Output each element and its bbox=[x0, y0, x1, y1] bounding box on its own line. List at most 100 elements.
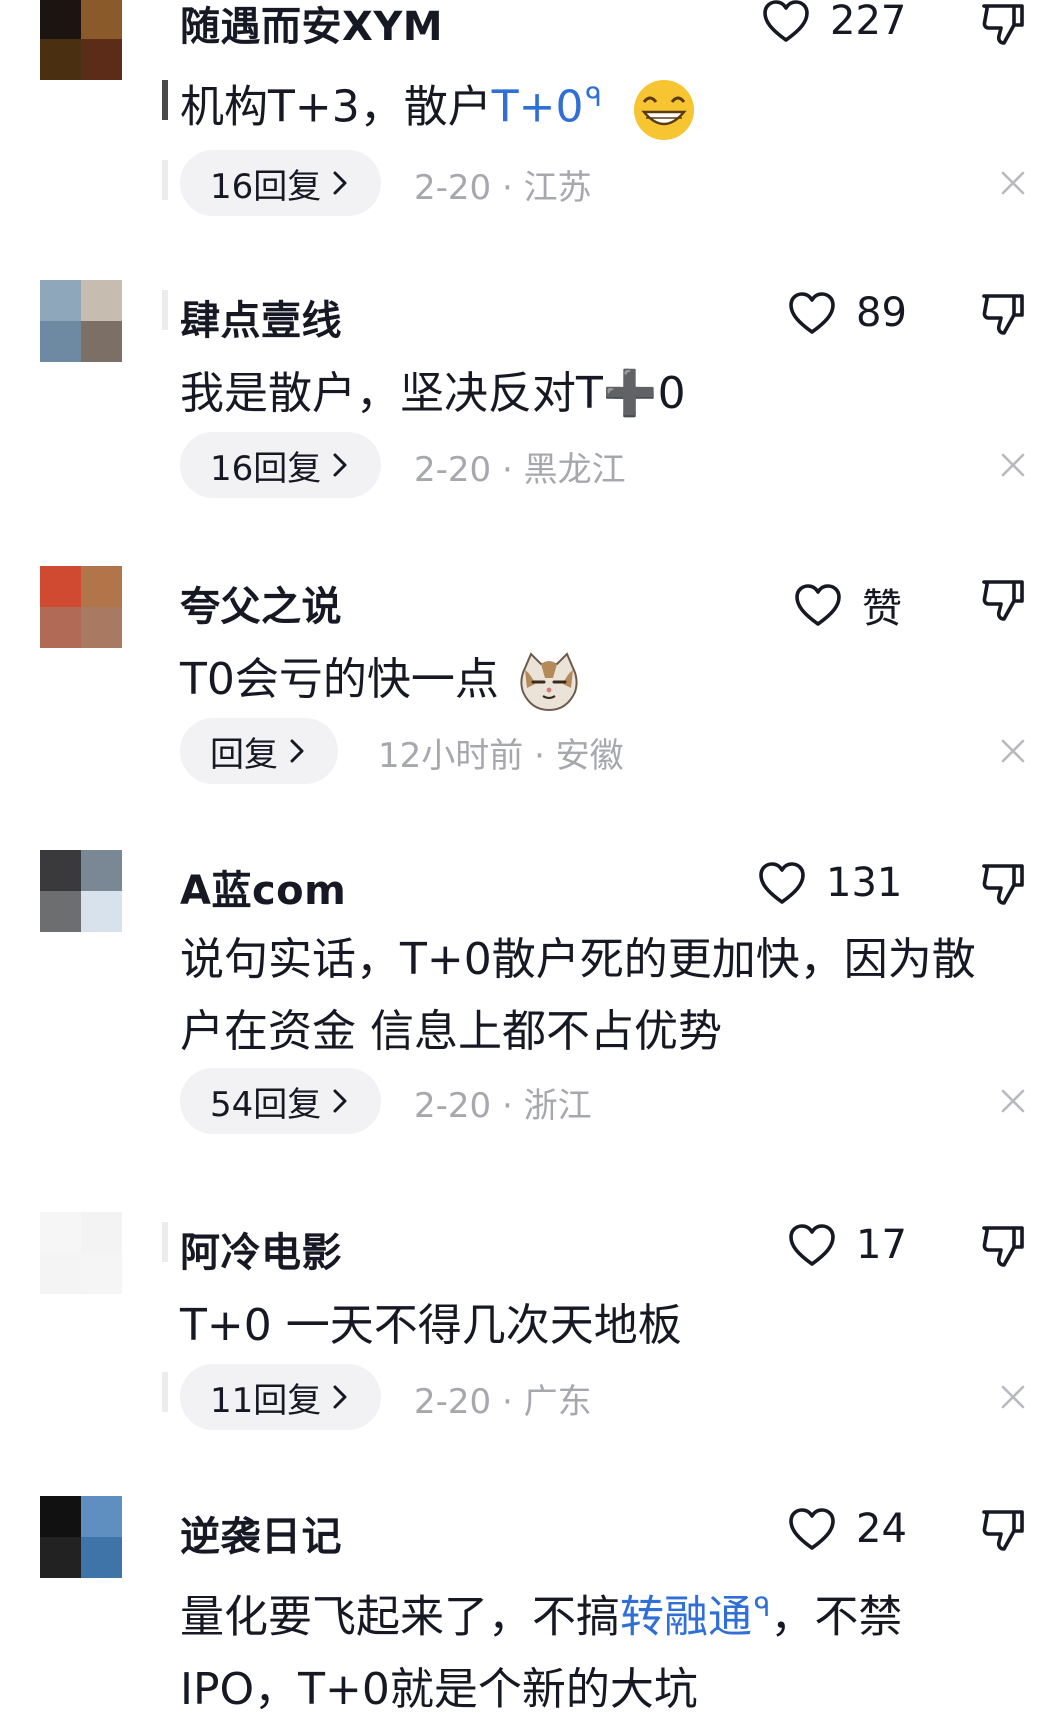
avatar-tile bbox=[40, 1253, 81, 1294]
avatar-tile bbox=[81, 39, 122, 80]
comment-text: 机构T+3，散户T+0ᑫ bbox=[180, 62, 1030, 144]
like-button[interactable]: 131 bbox=[758, 860, 902, 906]
avatar-tile bbox=[40, 1496, 81, 1537]
like-count: 赞 bbox=[862, 586, 902, 632]
replies-count: 回复 bbox=[210, 734, 278, 775]
avatar-tile bbox=[81, 1212, 122, 1253]
heart-outline-icon bbox=[762, 0, 810, 43]
avatar-tile bbox=[40, 891, 81, 932]
avatar[interactable] bbox=[40, 566, 122, 648]
like-button[interactable]: 24 bbox=[788, 1506, 907, 1552]
replies-button[interactable]: 回复 bbox=[180, 718, 338, 784]
avatar-tile bbox=[40, 607, 81, 648]
avatar[interactable] bbox=[40, 1212, 122, 1294]
heart-outline-icon bbox=[788, 291, 836, 335]
avatar[interactable] bbox=[40, 0, 122, 80]
avatar-tile bbox=[81, 0, 122, 39]
text-segment: 量化要飞起来了，不搞 bbox=[180, 1591, 620, 1643]
divider bbox=[162, 80, 168, 120]
close-icon[interactable] bbox=[1000, 170, 1026, 196]
like-count: 24 bbox=[856, 1506, 907, 1552]
comment-meta: 2-20 · 黑龙江 bbox=[414, 450, 626, 490]
heart-outline-icon bbox=[758, 861, 806, 905]
like-count: 89 bbox=[856, 290, 907, 336]
divider bbox=[162, 1222, 168, 1262]
avatar[interactable] bbox=[40, 1496, 122, 1578]
replies-count: 16回复 bbox=[210, 166, 322, 207]
chevron-right-icon bbox=[331, 452, 349, 478]
avatar-tile bbox=[81, 321, 122, 362]
chevron-right-icon bbox=[331, 170, 349, 196]
comment-meta: 2-20 · 广东 bbox=[414, 1382, 592, 1422]
thumbs-down-icon[interactable] bbox=[980, 860, 1026, 906]
avatar-tile bbox=[40, 1537, 81, 1578]
like-count: 227 bbox=[830, 0, 907, 44]
like-count: 131 bbox=[826, 860, 903, 906]
search-link[interactable]: 转融通 bbox=[620, 1592, 752, 1643]
avatar-tile bbox=[81, 1253, 122, 1294]
username[interactable]: 阿冷电影 bbox=[180, 1220, 342, 1278]
avatar-tile bbox=[40, 1212, 81, 1253]
search-mark-icon[interactable]: ᑫ bbox=[754, 1593, 770, 1623]
comment-meta: 2-20 · 浙江 bbox=[414, 1086, 592, 1126]
username[interactable]: 夸父之说 bbox=[180, 574, 342, 632]
search-link[interactable]: T+0 bbox=[492, 82, 584, 133]
like-button[interactable]: 赞 bbox=[794, 576, 902, 634]
avatar-tile bbox=[81, 1537, 122, 1578]
chevron-right-icon bbox=[331, 1088, 349, 1114]
avatar-tile bbox=[81, 850, 122, 891]
comment-text: 我是散户，坚决反对T➕0 bbox=[180, 368, 686, 419]
text-segment: T0会亏的快一点 bbox=[180, 654, 499, 705]
avatar[interactable] bbox=[40, 850, 122, 932]
thumbs-down-icon[interactable] bbox=[980, 290, 1026, 336]
divider bbox=[162, 290, 168, 330]
comment-text: T+0 一天不得几次天地板 bbox=[180, 1300, 682, 1351]
close-icon[interactable] bbox=[1000, 452, 1026, 478]
avatar-tile bbox=[40, 0, 81, 39]
avatar-tile bbox=[81, 607, 122, 648]
replies-button[interactable]: 16回复 bbox=[180, 150, 382, 216]
username[interactable]: 肆点壹线 bbox=[180, 288, 342, 346]
heart-outline-icon bbox=[788, 1507, 836, 1551]
like-button[interactable]: 227 bbox=[762, 0, 906, 44]
heart-outline-icon bbox=[788, 1223, 836, 1267]
thumbs-down-icon[interactable] bbox=[980, 0, 1026, 46]
text-segment: ，不禁 bbox=[770, 1591, 903, 1643]
close-icon[interactable] bbox=[1000, 738, 1026, 764]
text-line: 量化要飞起来了，不搞转融通ᑫ，不禁 bbox=[180, 1572, 1030, 1654]
avatar[interactable] bbox=[40, 280, 122, 362]
cat-face-emoji-icon bbox=[520, 652, 578, 712]
comment-text: 说句实话，T+0散户死的更加快，因为散 户在资金 信息上都不占优势 bbox=[180, 924, 1030, 1068]
thumbs-down-icon[interactable] bbox=[980, 576, 1026, 622]
divider bbox=[162, 1372, 168, 1412]
username[interactable]: A蓝com bbox=[180, 858, 346, 916]
thumbs-down-icon[interactable] bbox=[980, 1222, 1026, 1268]
text-line: IPO，T+0就是个新的大坑 bbox=[180, 1663, 698, 1715]
like-button[interactable]: 89 bbox=[788, 290, 907, 336]
chevron-right-icon bbox=[288, 738, 306, 764]
comment-text: 量化要飞起来了，不搞转融通ᑫ，不禁 IPO，T+0就是个新的大坑 bbox=[180, 1572, 1030, 1726]
close-icon[interactable] bbox=[1000, 1088, 1026, 1114]
replies-button[interactable]: 16回复 bbox=[180, 432, 382, 498]
avatar-tile bbox=[40, 39, 81, 80]
close-icon[interactable] bbox=[1000, 1384, 1026, 1410]
comment-meta: 2-20 · 江苏 bbox=[414, 168, 592, 208]
avatar-tile bbox=[40, 280, 81, 321]
chevron-right-icon bbox=[331, 1384, 349, 1410]
replies-count: 16回复 bbox=[210, 448, 322, 489]
avatar-tile bbox=[40, 566, 81, 607]
divider bbox=[162, 160, 168, 200]
username[interactable]: 随遇而安XYM bbox=[180, 0, 443, 52]
search-mark-icon[interactable]: ᑫ bbox=[586, 83, 602, 113]
text-line: 户在资金 信息上都不占优势 bbox=[180, 1006, 722, 1057]
like-button[interactable]: 17 bbox=[788, 1222, 907, 1268]
username[interactable]: 逆袭日记 bbox=[180, 1504, 342, 1562]
comment-text: T0会亏的快一点 bbox=[180, 644, 1030, 716]
replies-button[interactable]: 54回复 bbox=[180, 1068, 382, 1134]
thumbs-down-icon[interactable] bbox=[980, 1506, 1026, 1552]
comment-meta: 12小时前 · 安徽 bbox=[378, 736, 624, 776]
replies-count: 54回复 bbox=[210, 1084, 322, 1125]
avatar-tile bbox=[81, 891, 122, 932]
replies-button[interactable]: 11回复 bbox=[180, 1364, 382, 1430]
avatar-tile bbox=[81, 1496, 122, 1537]
